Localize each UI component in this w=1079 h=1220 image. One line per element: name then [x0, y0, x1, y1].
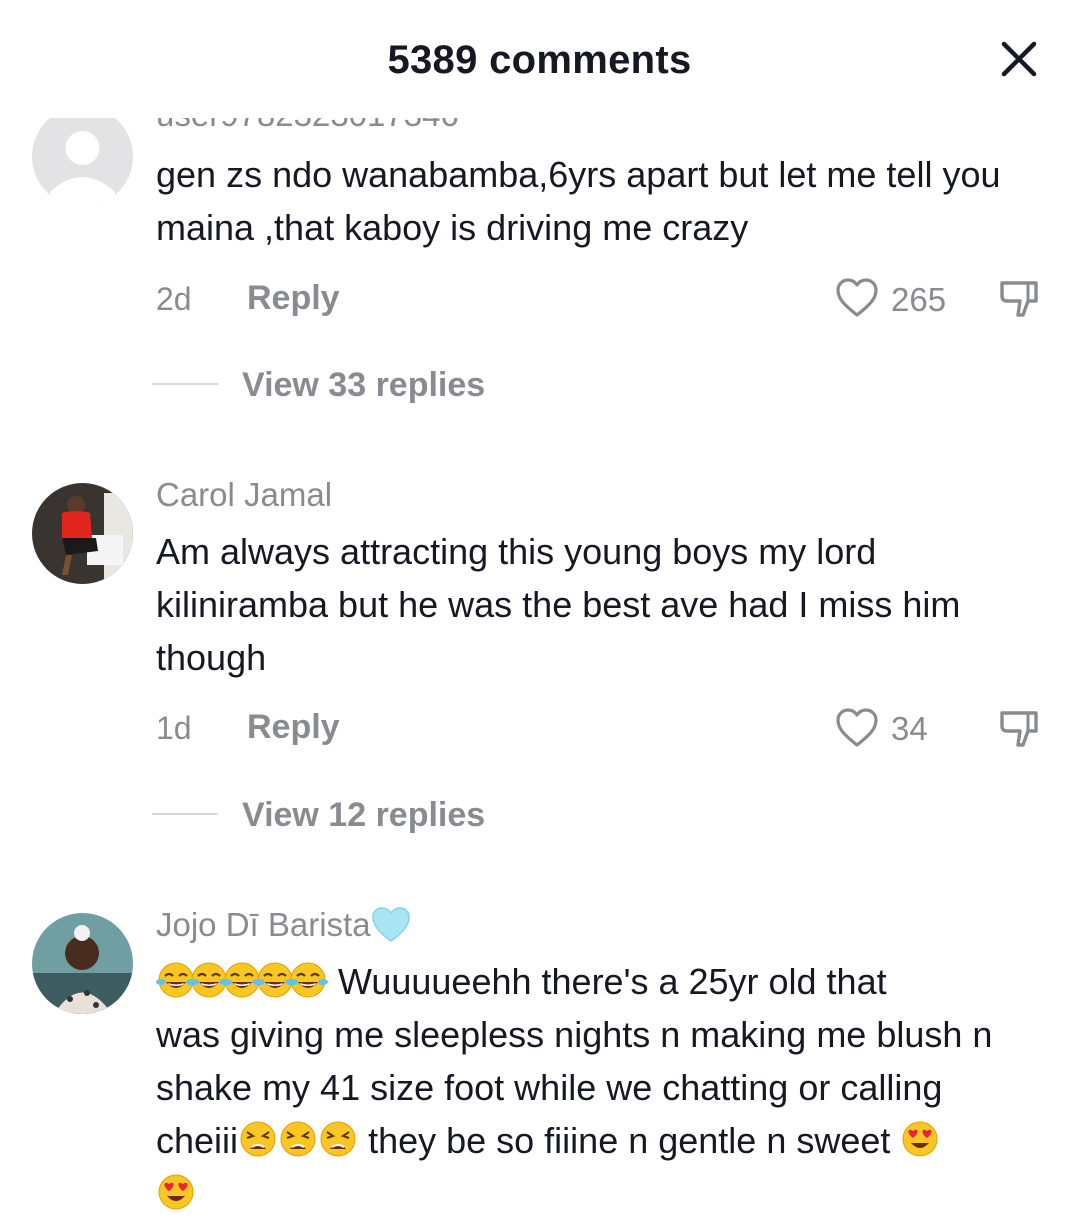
comment-text-part: Wuuuueehh there's a 25yr old that [338, 961, 887, 1002]
smiling-face-with-heart-eyes-icon [156, 1172, 196, 1212]
heart-icon[interactable] [835, 708, 879, 748]
avatar[interactable] [32, 483, 133, 584]
heart-icon[interactable] [835, 278, 879, 318]
comment-text-part: cheiii [156, 1120, 239, 1161]
close-icon[interactable] [994, 34, 1044, 84]
comment-line: was giving me sleepless nights n making … [156, 1014, 993, 1055]
divider [152, 813, 218, 815]
comment-line: shake my 41 size foot while we chatting … [156, 1067, 943, 1108]
like-count: 265 [891, 281, 947, 318]
comment-time: 1d [156, 710, 192, 746]
comment-item: Carol Jamal Am always attracting this yo… [0, 440, 1079, 870]
comment-username[interactable]: Jojo Dī Barista [156, 906, 411, 944]
smiling-face-with-heart-eyes-icon [900, 1119, 940, 1159]
light-blue-heart-icon [371, 907, 410, 942]
comment-line: cheiii they be so fiiine n gentle n swee… [156, 1114, 1066, 1167]
like-count: 34 [891, 710, 928, 747]
comment-item: Jojo Dī Barista Wuuuueehh there's a 25yr… [0, 870, 1079, 1208]
comment-time: 2d [156, 281, 192, 317]
comments-header: 5389 comments [0, 0, 1079, 118]
username-text: Jojo Dī Barista [156, 906, 371, 943]
comment-text: Am always attracting this young boys my … [156, 531, 961, 678]
avatar[interactable] [32, 913, 133, 1014]
comment-line: Wuuuueehh there's a 25yr old that [156, 955, 1066, 1008]
divider [152, 383, 218, 385]
view-replies-button[interactable]: View 33 replies [242, 366, 485, 405]
view-replies-button[interactable]: View 12 replies [242, 796, 485, 835]
comment-text: Wuuuueehh there's a 25yr old that was gi… [156, 955, 1066, 1220]
reply-button[interactable]: Reply [247, 708, 340, 747]
comment-line [156, 1167, 1066, 1220]
weary-face-icon [318, 1119, 358, 1159]
comment-username[interactable]: Carol Jamal [156, 476, 332, 514]
avatar[interactable] [32, 106, 133, 207]
comment-text-part: they be so fiiine n gentle n sweet [368, 1120, 891, 1161]
face-with-tears-of-joy-icon [288, 960, 328, 1000]
reply-button[interactable]: Reply [247, 279, 340, 318]
comments-title: 5389 comments [387, 38, 692, 82]
comment-text: gen zs ndo wanabamba,6yrs apart but let … [156, 154, 1001, 248]
weary-face-icon [278, 1119, 318, 1159]
dislike-icon[interactable] [997, 707, 1041, 751]
dislike-icon[interactable] [997, 277, 1041, 321]
weary-face-icon [238, 1119, 278, 1159]
